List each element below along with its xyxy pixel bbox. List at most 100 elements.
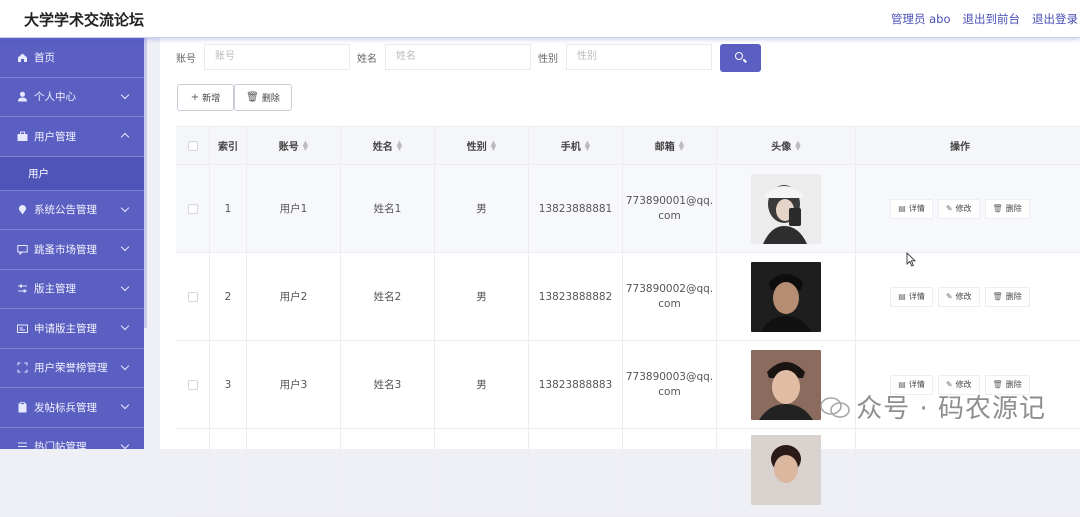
sort-icon[interactable]: ▲ ▼ [795, 139, 800, 151]
column-header-actions: 操作 [856, 127, 1064, 164]
avatar[interactable] [751, 261, 821, 332]
column-header-label: 手机 [560, 142, 581, 153]
delete-button[interactable]: 🗑 删除 [984, 198, 1030, 219]
watermark-text: 众号 · 码农源记 [856, 394, 1046, 424]
sort-icon[interactable]: ▲ ▼ [585, 139, 590, 151]
sliders-icon [17, 283, 28, 294]
sidebar-item-moderators[interactable]: 版主管理 [0, 270, 144, 309]
cell-account: 用户3 [247, 341, 341, 428]
avatar[interactable] [751, 173, 821, 244]
sidebar-subitem-users[interactable]: 用户 [0, 156, 144, 191]
column-header-account[interactable]: 账号 ▲ ▼ [247, 127, 341, 164]
sidebar-item-top-posters[interactable]: 发帖标兵管理 [0, 388, 144, 428]
cell-name: 姓名3 [341, 341, 435, 428]
row-checkbox[interactable] [187, 379, 198, 390]
logout-link[interactable]: 退出登录 [1032, 11, 1078, 27]
cell-account [247, 429, 341, 516]
sidebar-item-label: 跳蚤市场管理 [34, 243, 97, 256]
document-icon: ▤ [898, 292, 906, 301]
sidebar: 首页 个人中心 用户管理 用户 系统公告管理 跳蚤市场管理 版主管理 申请版主管… [0, 38, 144, 449]
sidebar-item-announcements[interactable]: 系统公告管理 [0, 191, 144, 230]
sidebar-item-label: 热门帖管理 [34, 441, 87, 449]
gender-input[interactable]: 性别 [566, 44, 712, 70]
cell-index [210, 429, 247, 516]
account-label: 账号 [176, 54, 196, 65]
cell-avatar [717, 165, 856, 252]
cell-actions: ▤ 详情 ✎ 修改 🗑 删除 [856, 253, 1064, 340]
edit-button[interactable]: ✎ 修改 [937, 198, 980, 219]
sort-icon[interactable]: ▲ ▼ [397, 139, 402, 151]
sort-icon[interactable]: ▲ ▼ [491, 139, 496, 151]
frame-icon [17, 362, 28, 373]
column-header-label: 索引 [218, 142, 238, 153]
clipboard-icon [17, 401, 28, 413]
select-all-checkbox[interactable] [187, 140, 198, 151]
column-header-avatar[interactable]: 头像 ▲ ▼ [717, 127, 856, 164]
sidebar-scrollbar[interactable] [144, 38, 147, 328]
row-checkbox[interactable] [187, 291, 198, 302]
card-icon [17, 323, 28, 334]
column-header-phone[interactable]: 手机 ▲ ▼ [529, 127, 623, 164]
watermark: 众号 · 码农源记 [820, 388, 1046, 425]
detail-label: 详情 [908, 292, 925, 301]
cell-phone: 13823888882 [529, 253, 623, 340]
account-input[interactable]: 账号 [204, 44, 350, 70]
avatar[interactable] [751, 435, 821, 505]
sidebar-item-flea-market[interactable]: 跳蚤市场管理 [0, 230, 144, 270]
sort-icon[interactable]: ▲ ▼ [679, 139, 684, 151]
column-header-email[interactable]: 邮箱 ▲ ▼ [623, 127, 717, 164]
users-table: 索引 账号 ▲ ▼ 姓名 ▲ ▼ 性别 ▲ ▼ 手机 ▲ ▼ 邮箱 ▲ ▼ 头像 ▲ ▼ 操作 1 用户… [176, 126, 1080, 517]
sidebar-item-label: 用户荣誉榜管理 [34, 362, 108, 375]
edit-label: 修改 [955, 204, 972, 213]
sort-icon[interactable]: ▲ ▼ [303, 139, 308, 151]
cell-name: 姓名2 [341, 253, 435, 340]
cell-email [623, 429, 717, 516]
briefcase-icon [17, 131, 28, 142]
exit-to-frontend-link[interactable]: 退出到前台 [963, 11, 1021, 27]
admin-user-link[interactable]: 管理员 abo [891, 11, 951, 27]
header-links: 管理员 abo 退出到前台 退出登录 [891, 11, 1080, 27]
cell-actions: ▤ 详情 ✎ 修改 🗑 删除 [856, 165, 1064, 252]
chevron-up-icon [120, 132, 130, 142]
column-header-label: 姓名 [372, 142, 393, 153]
edit-button[interactable]: ✎ 修改 [937, 286, 980, 307]
sidebar-item-honor-roll[interactable]: 用户荣誉榜管理 [0, 349, 144, 388]
sidebar-item-user-management[interactable]: 用户管理 [0, 117, 144, 157]
search-button[interactable] [720, 44, 761, 72]
chevron-down-icon [120, 90, 130, 99]
plus-icon: + [190, 92, 200, 103]
delete-button[interactable]: 🗑 删除 [984, 286, 1030, 307]
trash-icon: 🗑 [992, 292, 1003, 301]
table-row: 2 用户2 姓名2 男 13823888882 773890002@qq. co… [176, 253, 1080, 341]
chat-icon [17, 244, 28, 256]
list-icon [17, 441, 28, 449]
sidebar-item-home[interactable]: 首页 [0, 38, 144, 78]
email-text: com [658, 297, 681, 310]
email-text: com [658, 209, 681, 222]
cell-avatar [717, 253, 856, 340]
sidebar-item-moderator-applications[interactable]: 申请版主管理 [0, 309, 144, 349]
batch-delete-button[interactable]: 🗑 删除 [234, 84, 292, 111]
row-select-cell [176, 165, 210, 252]
cell-actions [856, 429, 1064, 516]
detail-button[interactable]: ▤ 详情 [890, 286, 933, 307]
cell-index: 2 [210, 253, 247, 340]
cell-gender: 男 [435, 341, 529, 428]
detail-button[interactable]: ▤ 详情 [890, 198, 933, 219]
avatar[interactable] [751, 349, 821, 420]
location-icon [17, 204, 28, 215]
row-checkbox[interactable] [187, 203, 198, 214]
chevron-down-icon [120, 440, 130, 449]
column-header-label: 邮箱 [654, 142, 675, 153]
cell-phone: 13823888881 [529, 165, 623, 252]
column-header-name[interactable]: 姓名 ▲ ▼ [341, 127, 435, 164]
name-input[interactable]: 姓名 [385, 44, 531, 70]
sidebar-item-personal-center[interactable]: 个人中心 [0, 78, 144, 117]
search-icon [735, 52, 743, 60]
add-button-label: 新增 [202, 94, 221, 104]
table-row [176, 429, 1080, 517]
add-button[interactable]: + 新增 [177, 84, 234, 111]
chevron-down-icon [120, 203, 130, 212]
column-header-gender[interactable]: 性别 ▲ ▼ [435, 127, 529, 164]
sidebar-item-hot-posts[interactable]: 热门帖管理 [0, 428, 144, 449]
